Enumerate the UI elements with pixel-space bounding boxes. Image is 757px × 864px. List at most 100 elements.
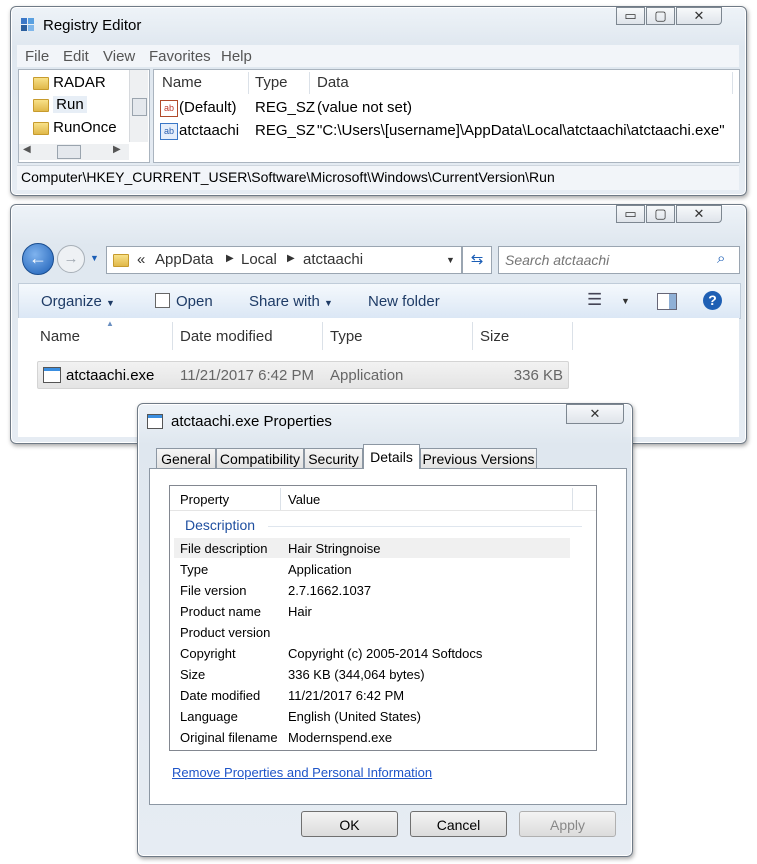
- tree-item-radar[interactable]: RADAR: [33, 74, 106, 91]
- tree-item-run[interactable]: Run: [33, 96, 87, 113]
- menu-file[interactable]: File: [25, 48, 49, 65]
- scroll-left-icon[interactable]: ◀: [23, 144, 31, 155]
- property-value: Modernspend.exe: [288, 730, 393, 745]
- property-row[interactable]: Original filename Modernspend.exe: [174, 727, 570, 747]
- new-folder-button[interactable]: New folder: [368, 293, 440, 310]
- search-box[interactable]: ⌕: [498, 246, 740, 274]
- property-row[interactable]: File version 2.7.1662.1037: [174, 580, 570, 600]
- registry-menu-bar: File Edit View Favorites Help: [17, 45, 739, 67]
- explorer-command-bar: Organize ▼ Open Share with ▼ New folder …: [18, 283, 741, 319]
- breadcrumb-local[interactable]: Local: [241, 251, 277, 268]
- column-header-value[interactable]: Value: [288, 492, 320, 507]
- explorer-close-button[interactable]: ✕: [676, 205, 722, 223]
- property-name: Language: [180, 709, 238, 724]
- menu-edit[interactable]: Edit: [63, 48, 89, 65]
- registry-minimize-button[interactable]: ▭: [616, 7, 645, 25]
- table-row[interactable]: ab (Default) REG_SZ (value not set): [158, 97, 733, 119]
- property-value: English (United States): [288, 709, 421, 724]
- view-options-icon[interactable]: ☰: [587, 290, 602, 310]
- registry-maximize-button[interactable]: ▢: [646, 7, 675, 25]
- scroll-thumb[interactable]: [57, 145, 81, 159]
- menu-view[interactable]: View: [103, 48, 135, 65]
- menu-help[interactable]: Help: [221, 48, 252, 65]
- table-row[interactable]: ab atctaachi REG_SZ "C:\Users\[username]…: [158, 120, 733, 142]
- open-icon: [155, 293, 170, 308]
- chevron-down-icon[interactable]: ▼: [621, 296, 630, 306]
- tree-vertical-scrollbar[interactable]: [129, 70, 148, 142]
- string-value-icon: ab: [160, 123, 178, 140]
- organize-button[interactable]: Organize ▼: [41, 293, 115, 310]
- property-row[interactable]: Product version: [174, 622, 570, 642]
- address-dropdown-icon[interactable]: ▼: [446, 255, 455, 265]
- property-row[interactable]: File description Hair Stringnoise: [174, 538, 570, 558]
- ok-button[interactable]: OK: [301, 811, 398, 837]
- property-row[interactable]: Type Application: [174, 559, 570, 579]
- scroll-thumb[interactable]: [132, 98, 147, 116]
- explorer-minimize-button[interactable]: ▭: [616, 205, 645, 223]
- tab-general[interactable]: General: [156, 448, 216, 468]
- registry-title: Registry Editor: [43, 17, 142, 34]
- scroll-right-icon[interactable]: ▶: [113, 144, 121, 155]
- property-row[interactable]: Date modified 11/21/2017 6:42 PM: [174, 685, 570, 705]
- help-icon[interactable]: ?: [703, 291, 722, 310]
- breadcrumb-atctaachi[interactable]: atctaachi: [303, 251, 363, 268]
- close-icon: ✕: [589, 406, 601, 421]
- forward-button[interactable]: →: [57, 245, 85, 273]
- registry-editor-window: Registry Editor ▭ ▢ ✕ File Edit View Fav…: [10, 6, 747, 196]
- column-header-type[interactable]: Type: [330, 326, 363, 348]
- property-name: Date modified: [180, 688, 261, 703]
- cancel-button[interactable]: Cancel: [410, 811, 507, 837]
- tree-horizontal-scrollbar[interactable]: ◀ ▶: [19, 144, 129, 160]
- tab-compatibility[interactable]: Compatibility: [216, 448, 304, 468]
- share-with-button[interactable]: Share with ▼: [249, 293, 333, 310]
- property-value: Application: [288, 562, 352, 577]
- tab-security[interactable]: Security: [304, 448, 363, 468]
- tree-item-runonce[interactable]: RunOnce: [33, 119, 117, 136]
- breadcrumb-separator-icon[interactable]: ▶: [226, 253, 234, 264]
- registry-close-button[interactable]: ✕: [676, 7, 722, 25]
- breadcrumb-appdata[interactable]: AppData: [155, 251, 213, 268]
- column-header-date-modified[interactable]: Date modified: [180, 326, 273, 348]
- apply-button[interactable]: Apply: [519, 811, 616, 837]
- sort-ascending-icon: ▲: [106, 319, 114, 328]
- properties-title: atctaachi.exe Properties: [171, 413, 332, 430]
- history-dropdown-icon[interactable]: ▼: [90, 253, 99, 263]
- column-header-property[interactable]: Property: [180, 492, 229, 507]
- tab-previous-versions[interactable]: Previous Versions: [420, 448, 537, 468]
- remove-properties-link[interactable]: Remove Properties and Personal Informati…: [172, 765, 432, 780]
- registry-app-icon: [19, 16, 37, 34]
- open-button[interactable]: Open: [155, 293, 213, 310]
- breadcrumb-separator-icon[interactable]: ▶: [287, 253, 295, 264]
- properties-close-button[interactable]: ✕: [566, 404, 624, 424]
- back-button[interactable]: ←: [22, 243, 54, 275]
- column-header-name[interactable]: Name: [40, 326, 80, 348]
- registry-values-pane: Name Type Data ab (Default) REG_SZ (valu…: [153, 69, 740, 163]
- arrow-right-icon: →: [63, 250, 79, 267]
- explorer-maximize-button[interactable]: ▢: [646, 205, 675, 223]
- file-row[interactable]: atctaachi.exe 11/21/2017 6:42 PM Applica…: [37, 361, 569, 389]
- registry-tree-pane: RADAR Run RunOnce ◀ ▶: [18, 69, 150, 163]
- chevron-down-icon: ▼: [324, 298, 333, 308]
- address-bar[interactable]: « AppData ▶ Local ▶ atctaachi ▼: [106, 246, 462, 274]
- column-header-size[interactable]: Size: [480, 326, 509, 348]
- refresh-button[interactable]: ⇆: [462, 246, 492, 274]
- breadcrumb-overflow[interactable]: «: [137, 251, 145, 268]
- preview-pane-icon[interactable]: [657, 293, 677, 310]
- column-header-data[interactable]: Data: [317, 72, 349, 94]
- tab-details[interactable]: Details: [363, 444, 420, 469]
- string-value-icon: ab: [160, 100, 178, 117]
- property-row[interactable]: Copyright Copyright (c) 2005-2014 Softdoc…: [174, 643, 570, 663]
- close-icon: ✕: [693, 206, 705, 221]
- property-name: Product name: [180, 604, 261, 619]
- property-name: Copyright: [180, 646, 236, 661]
- folder-icon: [113, 254, 129, 267]
- property-row[interactable]: Product name Hair: [174, 601, 570, 621]
- column-header-name[interactable]: Name: [162, 72, 202, 94]
- menu-favorites[interactable]: Favorites: [149, 48, 211, 65]
- close-icon: ✕: [693, 8, 705, 23]
- property-row[interactable]: Language English (United States): [174, 706, 570, 726]
- search-input[interactable]: [503, 250, 707, 270]
- column-header-type[interactable]: Type: [255, 72, 288, 94]
- search-icon[interactable]: ⌕: [717, 250, 725, 267]
- property-row[interactable]: Size 336 KB (344,064 bytes): [174, 664, 570, 684]
